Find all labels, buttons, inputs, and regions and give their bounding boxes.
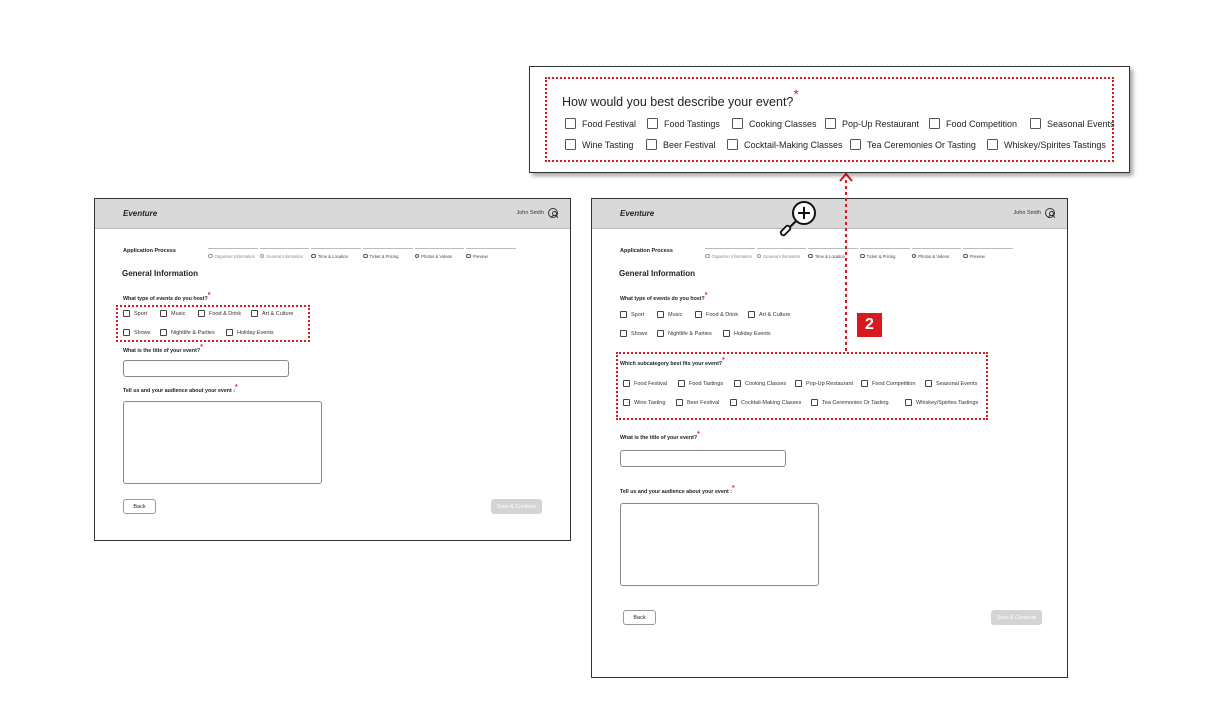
checkbox-box[interactable] [565,139,576,150]
zoom-checkbox-pop-up-restaurant[interactable]: Pop-Up Restaurant [825,118,919,129]
zoom-checkbox-cooking-classes[interactable]: Cooking Classes [732,118,817,129]
zoom-checkbox-seasonal-events[interactable]: Seasonal Events [1030,118,1115,129]
checkbox-box[interactable] [646,139,657,150]
zoom-checkbox-cocktail-making-classes[interactable]: Cocktail-Making Classes [727,139,843,150]
zoom-question: How would you best describe your event?* [562,86,799,109]
zoom-checkbox-food-competition[interactable]: Food Competition [929,118,1017,129]
zoom-in-magnifier-icon [779,201,816,237]
zoom-checkbox-tea-ceremonies[interactable]: Tea Ceremonies Or Tasting [850,139,976,150]
checkbox-box[interactable] [565,118,576,129]
zoom-checkbox-food-festival[interactable]: Food Festival [565,118,636,129]
checkbox-box[interactable] [647,118,658,129]
checkbox-box[interactable] [1030,118,1041,129]
checkbox-box[interactable] [987,139,998,150]
checkbox-box[interactable] [732,118,743,129]
required-mark: * [793,86,799,102]
checkbox-box[interactable] [727,139,738,150]
zoom-checkbox-whiskey-spirits[interactable]: Whiskey/Spirites Tastings [987,139,1106,150]
checkbox-box[interactable] [929,118,940,129]
zoom-checkbox-wine-tasting[interactable]: Wine Tasting [565,139,633,150]
checkbox-box[interactable] [850,139,861,150]
zoomed-subcategory-popout: How would you best describe your event?*… [529,66,1130,173]
annotated-wireframe-canvas: Eventure John Smith Application Process … [0,0,1224,714]
checkbox-box[interactable] [825,118,836,129]
zoom-checkbox-food-tastings[interactable]: Food Tastings [647,118,720,129]
zoom-checkbox-beer-festival[interactable]: Beer Festival [646,139,716,150]
